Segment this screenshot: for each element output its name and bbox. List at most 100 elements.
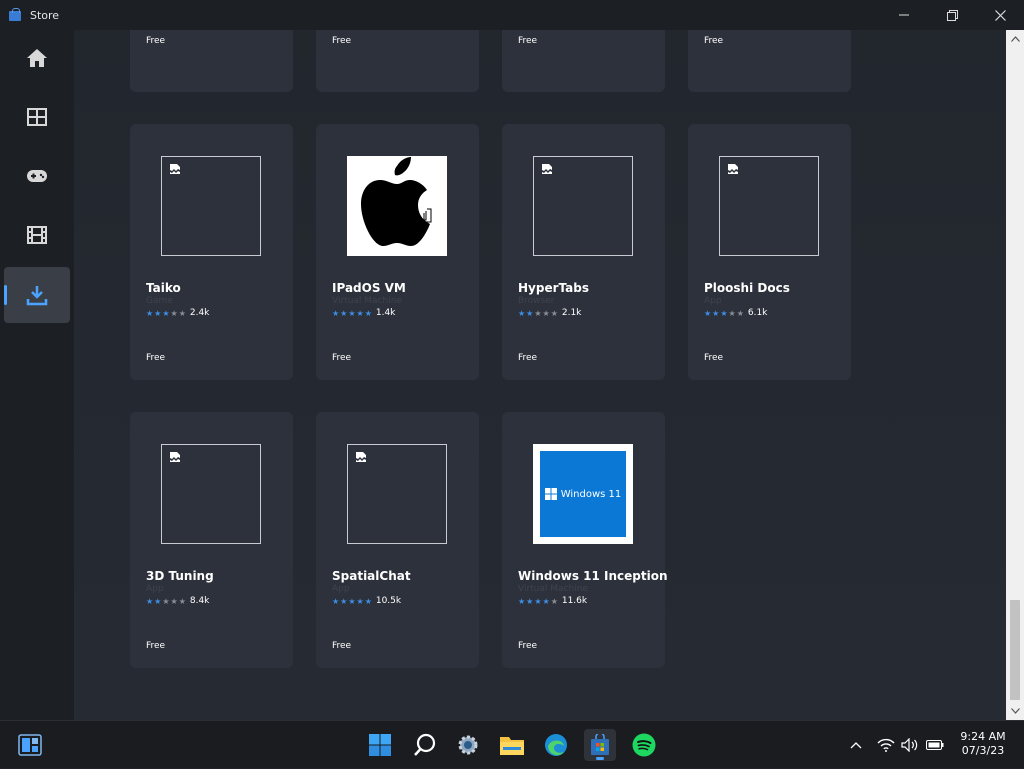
app-name: IPadOS VM (332, 281, 406, 295)
windows11-logo-text: Windows 11 (560, 488, 622, 500)
app-thumbnail (533, 156, 633, 256)
file-explorer-icon (500, 737, 524, 755)
nav-home[interactable] (4, 30, 70, 86)
app-card[interactable]: Plooshi Docs App ★ ★ ★ ★ ★ 6.1k Free (688, 124, 851, 380)
app-name: Taiko (146, 281, 181, 295)
app-rating: ★ ★ ★ ★ ★ 8.4k (146, 596, 209, 606)
star-icon: ★ (162, 596, 170, 606)
star-icon: ★ (348, 308, 356, 318)
home-icon (27, 49, 47, 67)
app-card[interactable]: IPadOS VM Virtual Machine ★ ★ ★ ★ ★ 1.4k Free (316, 124, 479, 380)
nav-downloads[interactable] (4, 267, 70, 323)
app-card[interactable]: 3D Tuning App ★ ★ ★ ★ ★ 8.4k Free (130, 412, 293, 668)
nav-movies[interactable] (4, 207, 70, 263)
file-explorer-button[interactable] (496, 729, 528, 761)
start-button[interactable] (364, 729, 396, 761)
app-name: 3D Tuning (146, 569, 214, 583)
close-icon (994, 9, 1006, 21)
nav-gaming[interactable] (4, 148, 70, 204)
app-card[interactable]: Windows 11 Windows 11 Inception Virtual … (502, 412, 668, 668)
store-icon (591, 734, 609, 755)
wifi-icon (877, 738, 895, 752)
app-rating: ★ ★ ★ ★ ★ 10.5k (332, 596, 401, 606)
rating-count: 2.1k (561, 308, 582, 318)
close-button[interactable] (976, 0, 1024, 30)
star-icon: ★ (154, 596, 162, 606)
app-card[interactable]: Taiko Game ★ ★ ★ ★ ★ 2.4k Free (130, 124, 293, 380)
vertical-scrollbar[interactable] (1006, 30, 1024, 720)
rating-count: 8.4k (189, 596, 210, 606)
star-icon: ★ (162, 308, 170, 318)
volume-button[interactable] (901, 721, 919, 769)
star-icon: ★ (526, 308, 534, 318)
edge-button[interactable] (540, 729, 572, 761)
scroll-down-button[interactable] (1007, 703, 1023, 719)
star-icon: ★ (154, 308, 162, 318)
app-card[interactable]: Free (316, 30, 479, 92)
apple-logo-icon (361, 157, 432, 246)
rating-count: 6.1k (747, 308, 768, 318)
app-category: Virtual Machine (518, 584, 588, 594)
sidebar (0, 30, 74, 720)
app-card[interactable]: Free (502, 30, 665, 92)
star-icon: ★ (712, 308, 720, 318)
clock-date: 07/3/23 (961, 744, 1005, 757)
star-icon: ★ (736, 308, 744, 318)
star-icon: ★ (178, 308, 186, 318)
chevron-up-icon (850, 742, 862, 749)
star-icon: ★ (364, 596, 372, 606)
battery-icon (926, 740, 944, 750)
clock-time: 9:24 AM (960, 730, 1006, 743)
store-button[interactable] (584, 729, 616, 761)
star-icon: ★ (348, 596, 356, 606)
app-card[interactable]: Free (688, 30, 851, 92)
star-icon: ★ (364, 308, 372, 318)
star-icon: ★ (728, 308, 736, 318)
price-label: Free (518, 641, 538, 651)
taskbar: 9:24 AM 07/3/23 (0, 720, 1024, 768)
app-card[interactable]: SpatialChat App ★ ★ ★ ★ ★ 10.5k Free (316, 412, 479, 668)
star-icon: ★ (340, 596, 348, 606)
apps-grid-icon (27, 108, 47, 126)
search-button[interactable] (409, 729, 441, 761)
windows-logo-icon (544, 488, 557, 500)
settings-button[interactable] (452, 729, 484, 761)
nav-apps[interactable] (4, 89, 70, 145)
app-thumbnail: Windows 11 (533, 444, 633, 544)
price-label: Free (146, 641, 166, 651)
rating-count: 10.5k (375, 596, 402, 606)
star-icon: ★ (332, 308, 340, 318)
scroll-up-button[interactable] (1007, 31, 1023, 47)
minimize-icon (899, 14, 909, 16)
rating-count: 11.6k (561, 596, 588, 606)
app-category: Game (146, 296, 173, 306)
minimize-button[interactable] (880, 0, 928, 30)
restore-button[interactable] (928, 0, 976, 30)
gamepad-icon (27, 170, 47, 182)
app-card[interactable]: HyperTabs Browser ★ ★ ★ ★ ★ 2.1k Free (502, 124, 665, 380)
star-icon: ★ (170, 308, 178, 318)
library-content: Free Free Free Free Taiko Game ★ ★ ★ ★ ★ 2.4k… (74, 30, 1006, 720)
scroll-thumb[interactable] (1010, 600, 1020, 700)
app-thumbnail (347, 156, 447, 256)
spotify-button[interactable] (628, 729, 660, 761)
download-icon (26, 286, 48, 306)
app-thumbnail (719, 156, 819, 256)
start-icon (369, 734, 391, 756)
tray-overflow-button[interactable] (850, 721, 862, 769)
price-label: Free (332, 641, 352, 651)
widgets-button[interactable] (14, 729, 46, 761)
settings-icon (458, 735, 478, 755)
network-button[interactable] (877, 721, 895, 769)
price-label: Free (518, 353, 538, 363)
app-category: Browser (518, 296, 555, 306)
star-icon: ★ (550, 596, 558, 606)
app-thumbnail (161, 156, 261, 256)
broken-image-icon (542, 164, 552, 174)
star-icon: ★ (146, 308, 154, 318)
clock[interactable]: 9:24 AM 07/3/23 (950, 730, 1016, 758)
battery-button[interactable] (926, 721, 944, 769)
star-icon: ★ (720, 308, 728, 318)
app-card[interactable]: Free (130, 30, 293, 92)
app-category: App (332, 584, 350, 594)
